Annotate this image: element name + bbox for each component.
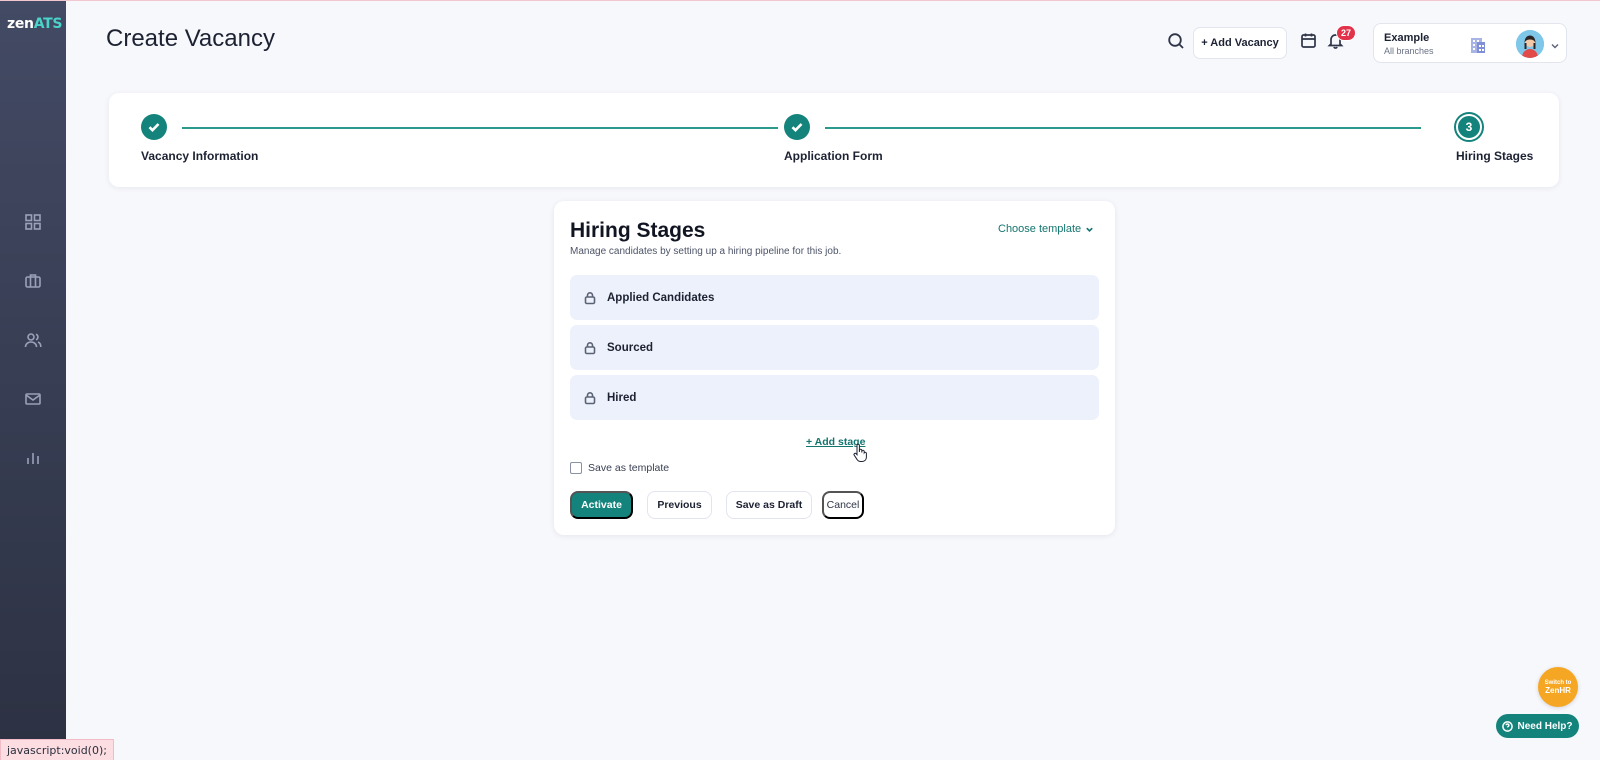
activate-button[interactable]: Activate [570,491,633,519]
chart-icon[interactable] [22,447,44,469]
account-branches: All branches [1384,46,1434,56]
need-help-label: Need Help? [1517,720,1573,732]
account-name: Example [1384,32,1430,44]
vacancy-stepper: Vacancy Information Application Form 3 H… [109,93,1559,187]
stage-row: Applied Candidates [570,275,1099,320]
stage-label: Hired [607,391,637,404]
card-subtitle: Manage candidates by setting up a hiring… [570,246,842,257]
building-icon [1468,35,1488,55]
hiring-stages-card: Hiring Stages Manage candidates by setti… [554,201,1115,535]
step-1-label[interactable]: Vacancy Information [141,149,258,163]
step-3-label[interactable]: Hiring Stages [1456,149,1533,163]
search-icon[interactable] [1167,32,1185,50]
hand-cursor-icon [852,443,868,463]
switch-to-zenhr-button[interactable]: Switch to ZenHR [1538,667,1578,707]
status-bar-url: javascript:void(0); [0,739,114,760]
save-as-template[interactable]: Save as template [570,462,669,474]
add-vacancy-button[interactable]: + Add Vacancy [1193,27,1287,59]
choose-template-dropdown[interactable]: Choose template [998,223,1094,235]
sidebar: zenATS [0,1,66,760]
chevron-down-icon [1086,227,1093,232]
save-as-template-checkbox[interactable] [570,462,582,474]
avatar[interactable] [1516,30,1544,58]
step-2-label[interactable]: Application Form [784,149,883,163]
briefcase-icon[interactable] [22,270,44,292]
step-1-done-icon[interactable] [141,114,167,140]
need-help-button[interactable]: Need Help? [1496,714,1579,738]
step-connector [182,127,778,129]
choose-template-label: Choose template [998,223,1082,235]
stage-label: Sourced [607,341,654,354]
users-icon[interactable] [22,329,44,351]
stage-row: Sourced [570,325,1099,370]
stage-label: Applied Candidates [607,291,715,304]
dashboard-icon[interactable] [22,211,44,233]
help-icon [1502,720,1514,732]
lock-icon [583,291,597,305]
mail-icon[interactable] [22,388,44,410]
calendar-icon[interactable] [1300,32,1318,50]
save-draft-button[interactable]: Save as Draft [726,491,812,519]
previous-button[interactable]: Previous [647,491,712,519]
step-3-current[interactable]: 3 [1456,114,1482,140]
notification-badge: 27 [1336,25,1356,41]
cancel-button[interactable]: Cancel [822,491,864,519]
save-as-template-label: Save as template [588,462,670,474]
lock-icon [583,341,597,355]
switch-line-2: ZenHR [1545,685,1571,695]
step-connector [825,127,1421,129]
chevron-down-icon[interactable] [1550,38,1560,49]
lock-icon [583,391,597,405]
account-switcher[interactable]: Example All branches [1373,23,1567,63]
logo-accent-text: ATS [33,16,63,32]
logo-text: zen [7,16,34,32]
card-title: Hiring Stages [570,219,706,242]
step-2-done-icon[interactable] [784,114,810,140]
page-title: Create Vacancy [106,25,275,52]
stage-row: Hired [570,375,1099,420]
zenats-logo[interactable]: zenATS [7,16,63,32]
